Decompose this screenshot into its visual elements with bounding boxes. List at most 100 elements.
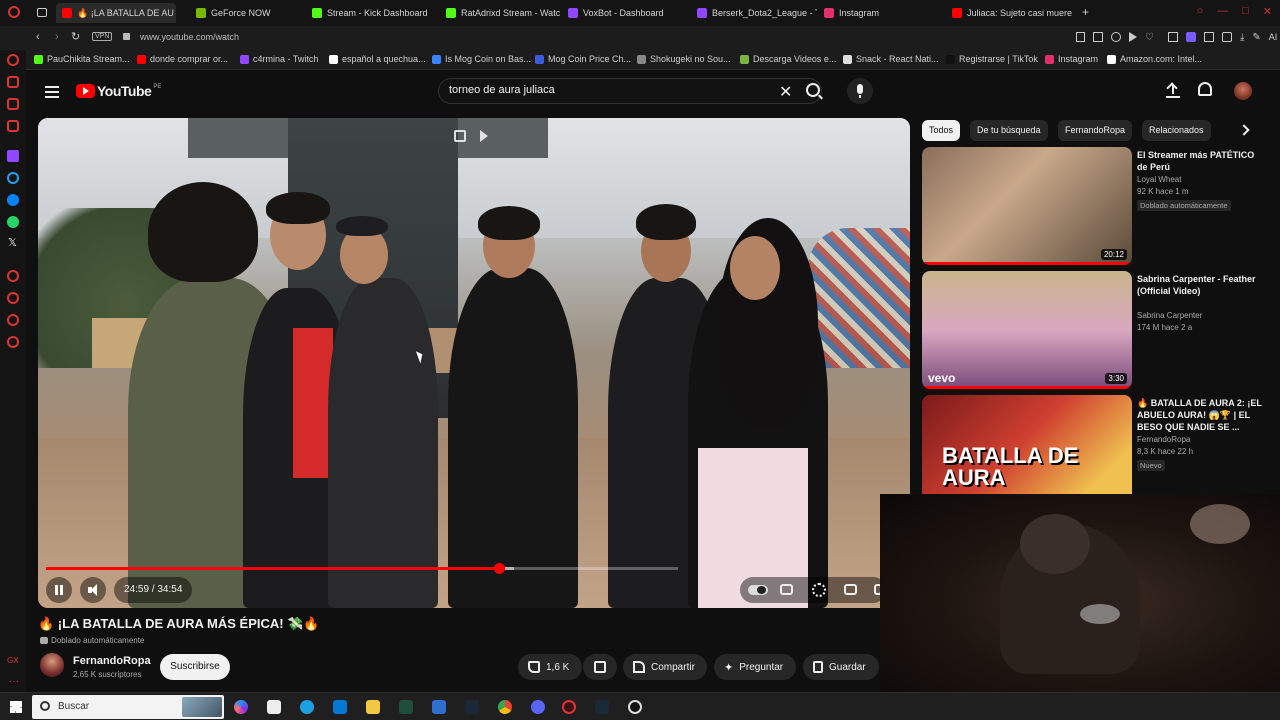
share-button[interactable]: Compartir bbox=[623, 654, 707, 680]
browser-tab[interactable]: RatAdrixd Stream - Watch bbox=[446, 3, 560, 23]
save-button[interactable]: Guardar bbox=[803, 654, 879, 680]
youtube-logo[interactable]: YouTube PE bbox=[76, 83, 161, 99]
lock-icon[interactable] bbox=[123, 33, 130, 40]
minimize-icon[interactable]: — bbox=[1217, 5, 1228, 18]
settings-gear-icon[interactable] bbox=[812, 583, 826, 597]
bookmark-item[interactable]: Mog Coin Price Ch... bbox=[535, 54, 631, 64]
sidebar-toggle-icon[interactable] bbox=[37, 8, 47, 17]
browser-menu-icon[interactable] bbox=[8, 6, 20, 18]
bookmark-item[interactable]: español a quechua... bbox=[329, 54, 426, 64]
theater-mode-icon[interactable] bbox=[844, 584, 857, 595]
upload-icon[interactable] bbox=[1166, 82, 1180, 98]
filter-chip[interactable]: De tu búsqueda bbox=[970, 120, 1048, 141]
video-thumbnail[interactable]: 20:12 bbox=[922, 147, 1132, 265]
app-icon[interactable] bbox=[399, 700, 413, 714]
vpn-badge[interactable]: VPN bbox=[92, 32, 113, 41]
bookmark-item[interactable]: Registrarse | TikTok bbox=[946, 54, 1038, 64]
video-player[interactable]: 24:59 / 34:54 bbox=[38, 118, 910, 608]
recommendation-item[interactable]: vevo 3:30 Sabrina Carpenter - Feather (Off… bbox=[922, 271, 1272, 389]
flow-icon[interactable] bbox=[7, 76, 19, 88]
notifications-bell-icon[interactable] bbox=[1198, 82, 1212, 96]
bookmark-item[interactable]: Shokugeki no Sou... bbox=[637, 54, 731, 64]
search-box[interactable]: ✕ bbox=[438, 78, 822, 104]
search-input[interactable] bbox=[449, 84, 749, 96]
bookmark-item[interactable]: Instagram bbox=[1045, 54, 1098, 64]
volume-button[interactable] bbox=[80, 577, 106, 603]
search-button[interactable] bbox=[804, 78, 840, 104]
taskbar-search[interactable]: Buscar bbox=[32, 695, 224, 719]
gear-icon[interactable] bbox=[7, 336, 19, 348]
extensions-dock-icon[interactable] bbox=[7, 314, 19, 326]
play-icon[interactable] bbox=[1129, 32, 1137, 42]
new-tab-button[interactable]: + bbox=[1082, 5, 1089, 19]
ask-button[interactable]: ✦ Preguntar bbox=[714, 654, 796, 680]
url-text[interactable]: www.youtube.com/watch bbox=[140, 32, 239, 42]
extensions-icon[interactable] bbox=[1167, 32, 1178, 42]
dislike-button[interactable] bbox=[583, 654, 617, 680]
reload-icon[interactable]: ↻ bbox=[71, 30, 80, 43]
browser-tab[interactable]: Juliaca: Sujeto casi muere bbox=[952, 3, 1072, 23]
clear-search-icon[interactable]: ✕ bbox=[779, 82, 792, 102]
messenger-icon[interactable] bbox=[7, 194, 19, 206]
vscode-icon[interactable] bbox=[333, 700, 347, 714]
bluesky-icon[interactable] bbox=[7, 172, 19, 184]
menu-icon[interactable] bbox=[45, 86, 59, 98]
settings-icon[interactable] bbox=[7, 270, 19, 282]
file-explorer-icon[interactable] bbox=[366, 700, 380, 714]
voice-search-icon[interactable] bbox=[847, 78, 873, 104]
notes-icon[interactable] bbox=[7, 120, 19, 132]
gx-icon[interactable]: GX bbox=[7, 656, 19, 665]
filter-chip[interactable]: FernandoRopa bbox=[1058, 120, 1133, 141]
recommendation-title[interactable]: Sabrina Carpenter - Feather (Official Vi… bbox=[1137, 273, 1267, 297]
history-icon[interactable] bbox=[7, 54, 19, 66]
bookmark-item[interactable]: c4rmina - Twitch bbox=[240, 54, 318, 64]
bookmark-item[interactable]: Snack - React Nati... bbox=[843, 54, 939, 64]
ai-icon[interactable]: AI bbox=[1269, 32, 1278, 43]
opera-gx-icon[interactable] bbox=[562, 700, 576, 714]
recommendation-title[interactable]: 🔥 BATALLA DE AURA 2: ¡EL ABUELO AURA! 😱🏆… bbox=[1137, 397, 1267, 433]
recommendation-channel[interactable]: Loyal Wheat bbox=[1137, 175, 1181, 184]
start-windows-icon[interactable] bbox=[10, 701, 22, 713]
recommendation-channel[interactable]: Sabrina Carpenter bbox=[1137, 311, 1202, 320]
screenshot-icon[interactable] bbox=[1093, 32, 1103, 42]
user-avatar[interactable] bbox=[1234, 82, 1252, 100]
browser-tab[interactable]: Berserk_Dota2_League - T bbox=[697, 3, 817, 23]
twitch-icon[interactable] bbox=[7, 150, 19, 162]
wallet-icon[interactable] bbox=[1221, 32, 1232, 42]
forward-icon[interactable]: › bbox=[55, 31, 59, 43]
extension-purple-icon[interactable] bbox=[1185, 32, 1196, 42]
steam-icon-2[interactable] bbox=[595, 700, 609, 714]
subtitles-icon[interactable] bbox=[780, 584, 793, 595]
autoplay-toggle[interactable] bbox=[748, 585, 768, 595]
bookmark-item[interactable]: PauChikita Stream... bbox=[34, 54, 130, 64]
whatsapp-icon[interactable] bbox=[7, 216, 19, 228]
tabs-icon[interactable] bbox=[1203, 32, 1214, 42]
edge-icon[interactable] bbox=[300, 700, 314, 714]
discord-icon[interactable] bbox=[531, 700, 545, 714]
close-window-icon[interactable]: ✕ bbox=[1263, 5, 1272, 18]
window-icon[interactable] bbox=[432, 700, 446, 714]
channel-avatar[interactable] bbox=[40, 653, 64, 677]
browser-tab[interactable]: 🔥 ¡LA BATALLA DE AU bbox=[56, 3, 176, 23]
recommendation-title[interactable]: El Streamer más PATÉTICO de Perú bbox=[1137, 149, 1267, 173]
subscribe-button[interactable]: Suscribirse bbox=[160, 654, 230, 680]
music-icon[interactable] bbox=[7, 98, 19, 110]
heart-icon[interactable]: ♡ bbox=[1145, 32, 1154, 43]
bookmark-item[interactable]: Is Mog Coin on Bas... bbox=[432, 54, 531, 64]
pause-button[interactable] bbox=[46, 577, 72, 603]
recommendation-item[interactable]: 20:12 El Streamer más PATÉTICO de Perú Loy… bbox=[922, 147, 1272, 265]
back-icon[interactable]: ‹ bbox=[36, 31, 40, 43]
maximize-icon[interactable]: □ bbox=[1242, 5, 1249, 18]
like-button[interactable]: 1,6 K bbox=[518, 654, 582, 680]
browser-tab[interactable]: Instagram bbox=[824, 3, 934, 23]
chrome-icon[interactable] bbox=[498, 700, 512, 714]
miniplayer-icon[interactable] bbox=[454, 130, 466, 142]
download-icon[interactable]: ⤓ bbox=[1240, 32, 1244, 43]
clock-icon[interactable] bbox=[7, 292, 19, 304]
browser-tab[interactable]: Stream - Kick Dashboard bbox=[312, 3, 437, 23]
skip-icon[interactable] bbox=[480, 130, 488, 142]
progress-bar[interactable] bbox=[46, 563, 678, 574]
video-thumbnail[interactable]: vevo 3:30 bbox=[922, 271, 1132, 389]
copilot-icon[interactable] bbox=[234, 700, 248, 714]
bookmark-item[interactable]: Amazon.com: Intel... bbox=[1107, 54, 1202, 64]
